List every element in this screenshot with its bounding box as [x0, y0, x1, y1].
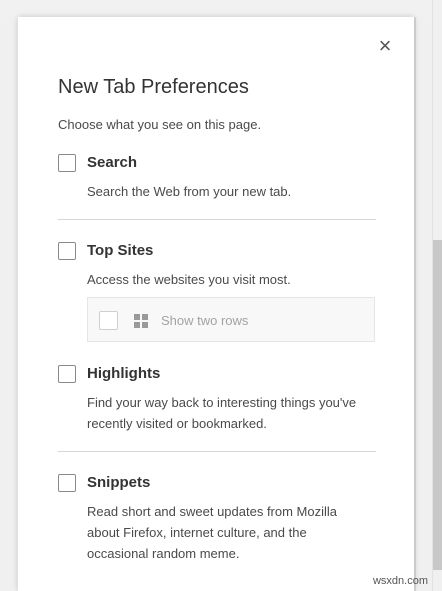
- panel-title: New Tab Preferences: [58, 76, 249, 98]
- search-checkbox[interactable]: [58, 154, 76, 172]
- scrollbar-thumb[interactable]: [433, 240, 442, 570]
- snippets-checkbox[interactable]: [58, 474, 76, 492]
- highlights-checkbox[interactable]: [58, 365, 76, 383]
- section-description: Find your way back to interesting things…: [87, 395, 357, 431]
- divider: [58, 219, 376, 220]
- section-title[interactable]: Snippets: [87, 474, 150, 492]
- panel-subtitle: Choose what you see on this page.: [58, 117, 262, 132]
- top-sites-checkbox[interactable]: [58, 242, 76, 260]
- section-title[interactable]: Top Sites: [87, 242, 153, 260]
- section-description: Access the websites you visit most.: [87, 272, 291, 287]
- close-icon[interactable]: ×: [374, 35, 396, 57]
- watermark: wsxdn.com: [372, 575, 428, 587]
- grid-icon: [134, 314, 148, 328]
- show-two-rows-label[interactable]: Show two rows: [161, 313, 248, 328]
- section-description: Search the Web from your new tab.: [87, 184, 292, 199]
- section-title[interactable]: Highlights: [87, 365, 160, 383]
- divider: [58, 451, 376, 452]
- section-title[interactable]: Search: [87, 154, 137, 172]
- browser-top-strip: [0, 0, 442, 18]
- show-two-rows-checkbox[interactable]: [99, 311, 118, 330]
- section-description: Read short and sweet updates from Mozill…: [87, 504, 338, 561]
- page-background-left: [0, 17, 18, 591]
- show-two-rows-option: Show two rows: [87, 297, 375, 342]
- new-tab-preferences-panel: × New Tab Preferences Choose what you se…: [18, 17, 414, 591]
